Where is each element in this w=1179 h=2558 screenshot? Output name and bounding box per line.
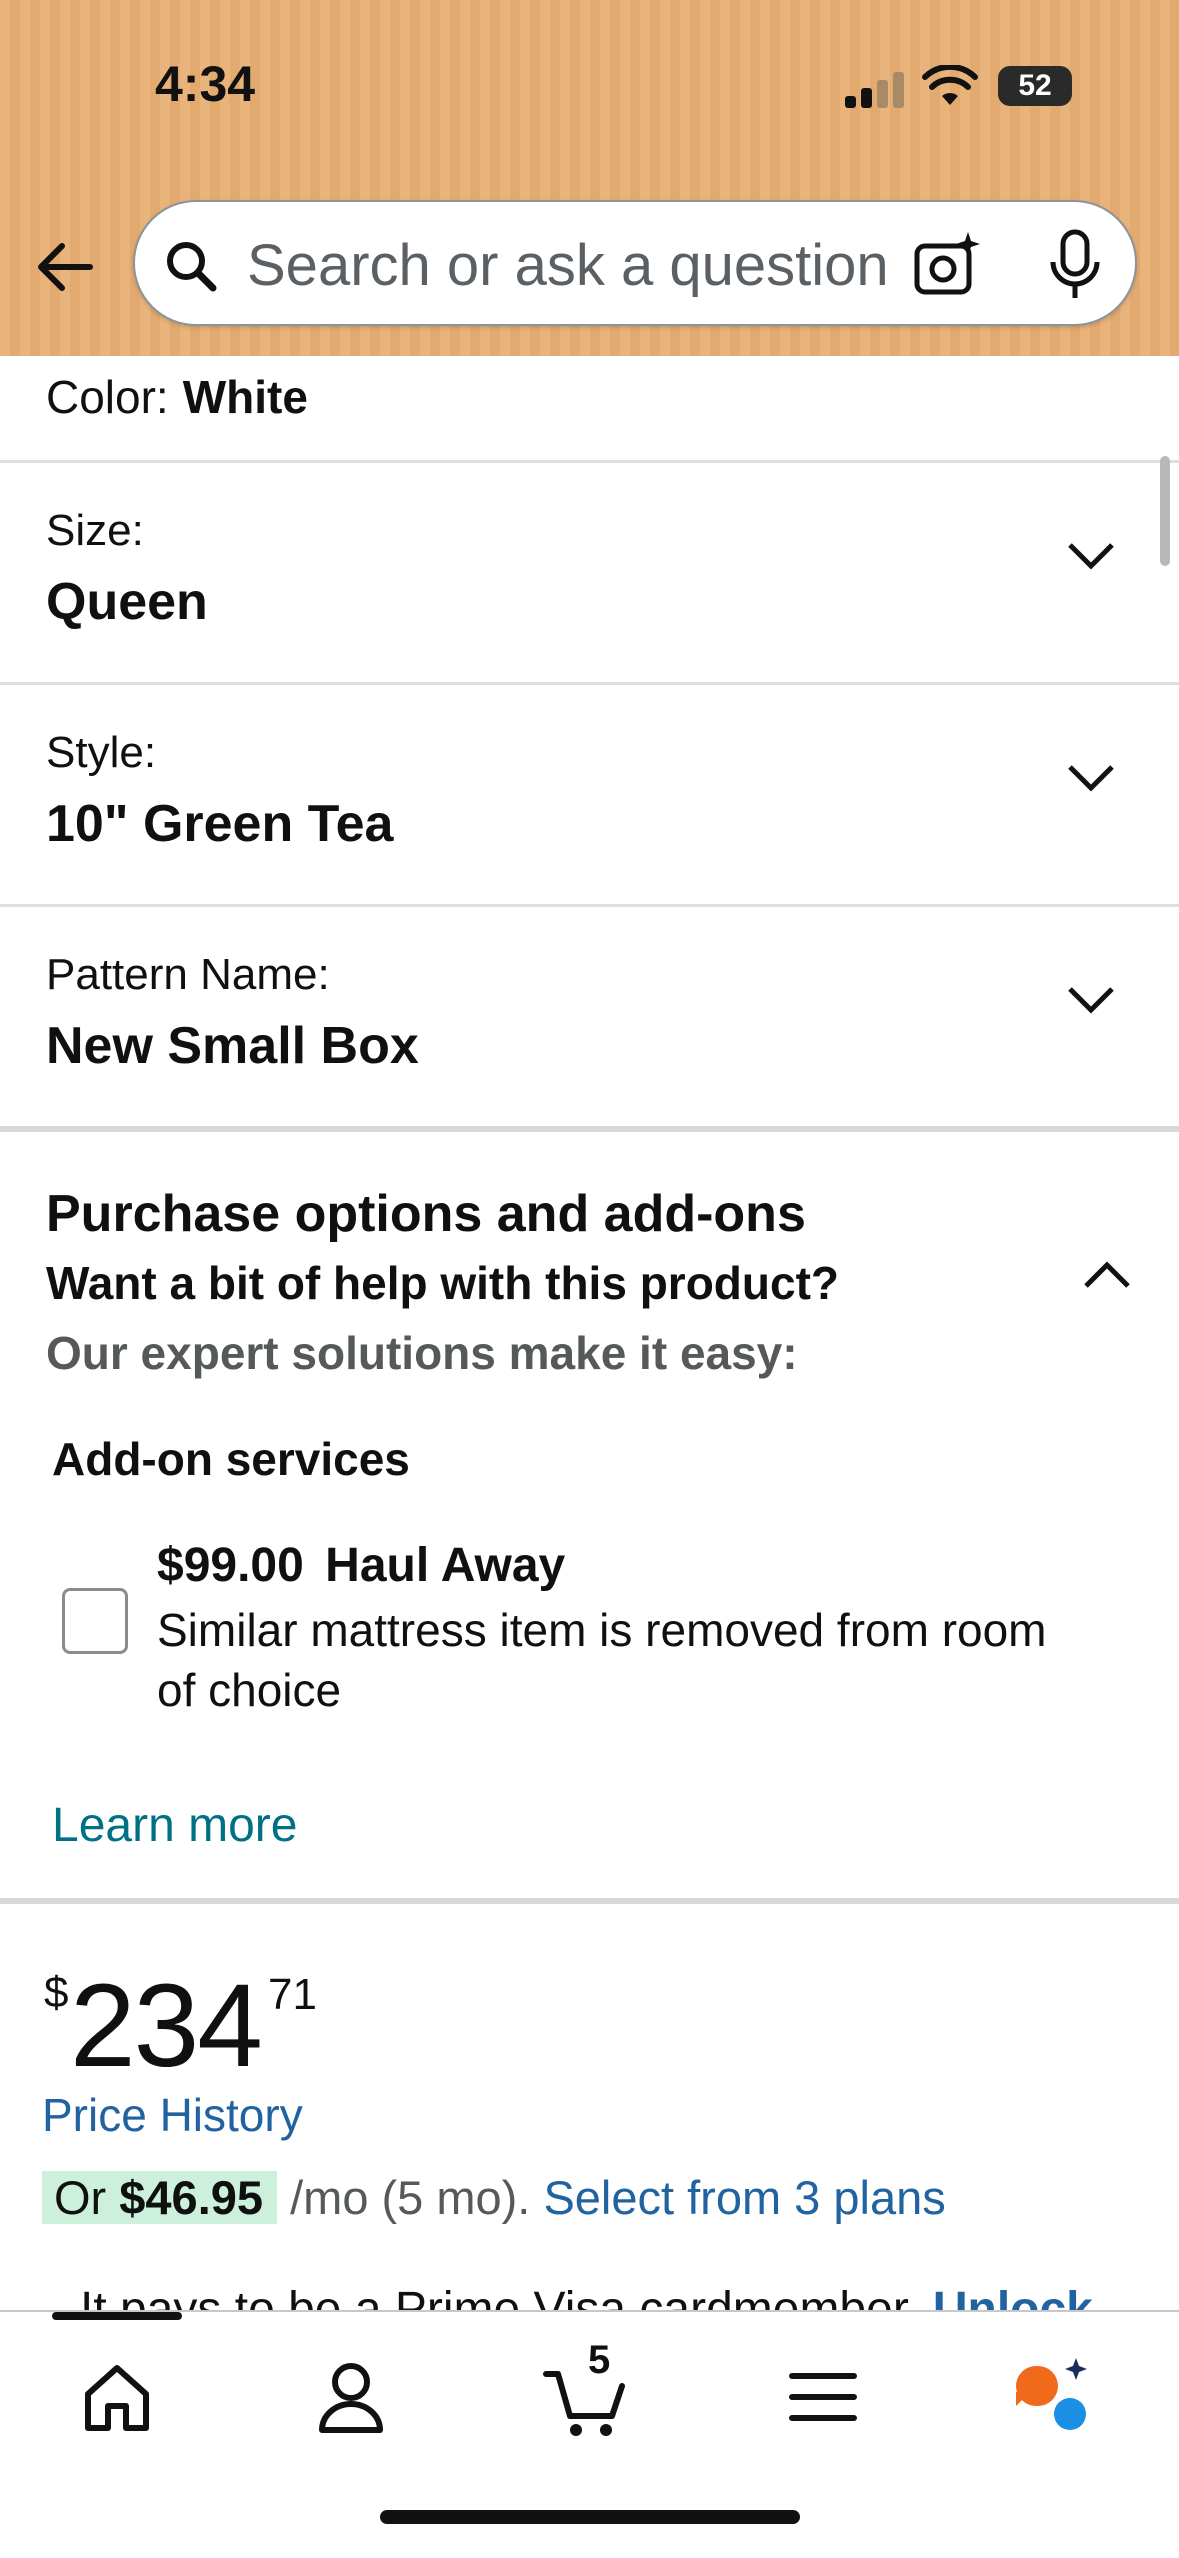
back-arrow-icon[interactable] — [30, 232, 100, 302]
plan-prefix: Or — [54, 2171, 120, 2224]
chevron-down-icon[interactable] — [1066, 984, 1116, 1014]
status-time: 4:34 — [155, 56, 256, 112]
cart-count: 5 — [588, 2338, 611, 2382]
search-bar[interactable]: Search or ask a question — [133, 200, 1137, 326]
add-on-services-heading: Add-on services — [52, 1433, 410, 1485]
camera-search-icon[interactable] — [913, 230, 983, 300]
payment-plan: Or $46.95 /mo (5 mo). Select from 3 plan… — [42, 2170, 946, 2225]
style-label: Style: — [46, 728, 157, 777]
cart-icon[interactable] — [542, 2352, 632, 2442]
purchase-options-subtitle-2: Our expert solutions make it easy: — [46, 1327, 798, 1379]
section-divider — [0, 1898, 1179, 1904]
haul-away-checkbox[interactable] — [62, 1588, 128, 1654]
purchase-options-subtitle: Want a bit of help with this product? — [46, 1257, 839, 1309]
size-label: Size: — [46, 506, 144, 555]
account-icon[interactable] — [306, 2352, 396, 2442]
divider — [0, 460, 1179, 463]
battery-level: 52 — [1018, 69, 1052, 102]
active-tab-indicator — [52, 2312, 182, 2320]
price-whole: 234 — [70, 1960, 263, 2092]
pattern-value: New Small Box — [46, 1017, 419, 1075]
divider — [0, 904, 1179, 907]
addon-name: Haul Away — [325, 1539, 566, 1592]
plan-highlight: Or $46.95 — [42, 2171, 278, 2224]
addon-price: $99.00 — [157, 1539, 304, 1592]
prime-visa-promo: It pays to be a Prime Visa cardmember. U… — [80, 2282, 1093, 2312]
color-label: Color: — [46, 371, 169, 423]
home-icon[interactable] — [72, 2352, 162, 2442]
search-icon — [167, 242, 217, 292]
scrollbar[interactable] — [1160, 456, 1170, 566]
section-divider — [0, 1126, 1179, 1132]
pattern-label: Pattern Name: — [46, 950, 330, 999]
size-value: Queen — [46, 573, 208, 631]
chevron-down-icon[interactable] — [1066, 762, 1116, 792]
microphone-icon[interactable] — [1045, 228, 1105, 304]
unlock-link[interactable]: Unlock — [933, 2283, 1093, 2312]
home-indicator[interactable] — [380, 2510, 800, 2524]
price-history-link[interactable]: Price History — [42, 2088, 303, 2142]
learn-more-link[interactable]: Learn more — [52, 1798, 297, 1853]
cellular-signal-icon — [845, 72, 905, 108]
color-row: Color: White — [46, 370, 308, 424]
plan-term: /mo (5 mo). — [277, 2171, 531, 2224]
price-symbol: $ — [44, 1968, 69, 2017]
chevron-down-icon[interactable] — [1066, 540, 1116, 570]
rufus-assistant-icon[interactable] — [1010, 2352, 1100, 2442]
price-fraction: 71 — [268, 1970, 317, 2019]
plan-amount: $46.95 — [119, 2171, 264, 2224]
wifi-icon — [922, 65, 978, 105]
color-value: White — [182, 371, 308, 423]
search-input[interactable]: Search or ask a question — [247, 232, 937, 299]
select-plans-link[interactable]: Select from 3 plans — [543, 2171, 945, 2224]
style-value: 10" Green Tea — [46, 795, 394, 853]
addon-description: Similar mattress item is removed from ro… — [157, 1604, 1047, 1716]
battery-icon: 52 — [998, 66, 1072, 106]
menu-icon[interactable] — [778, 2352, 868, 2442]
chevron-up-icon[interactable] — [1082, 1260, 1132, 1290]
purchase-options-title: Purchase options and add-ons — [46, 1185, 806, 1243]
divider — [0, 682, 1179, 685]
header: 4:34 52 Search or ask a question — [0, 0, 1179, 356]
addon-price-line: $99.00 Haul Away — [157, 1538, 565, 1593]
prime-text: It pays to be a Prime Visa cardmember. — [80, 2283, 920, 2312]
